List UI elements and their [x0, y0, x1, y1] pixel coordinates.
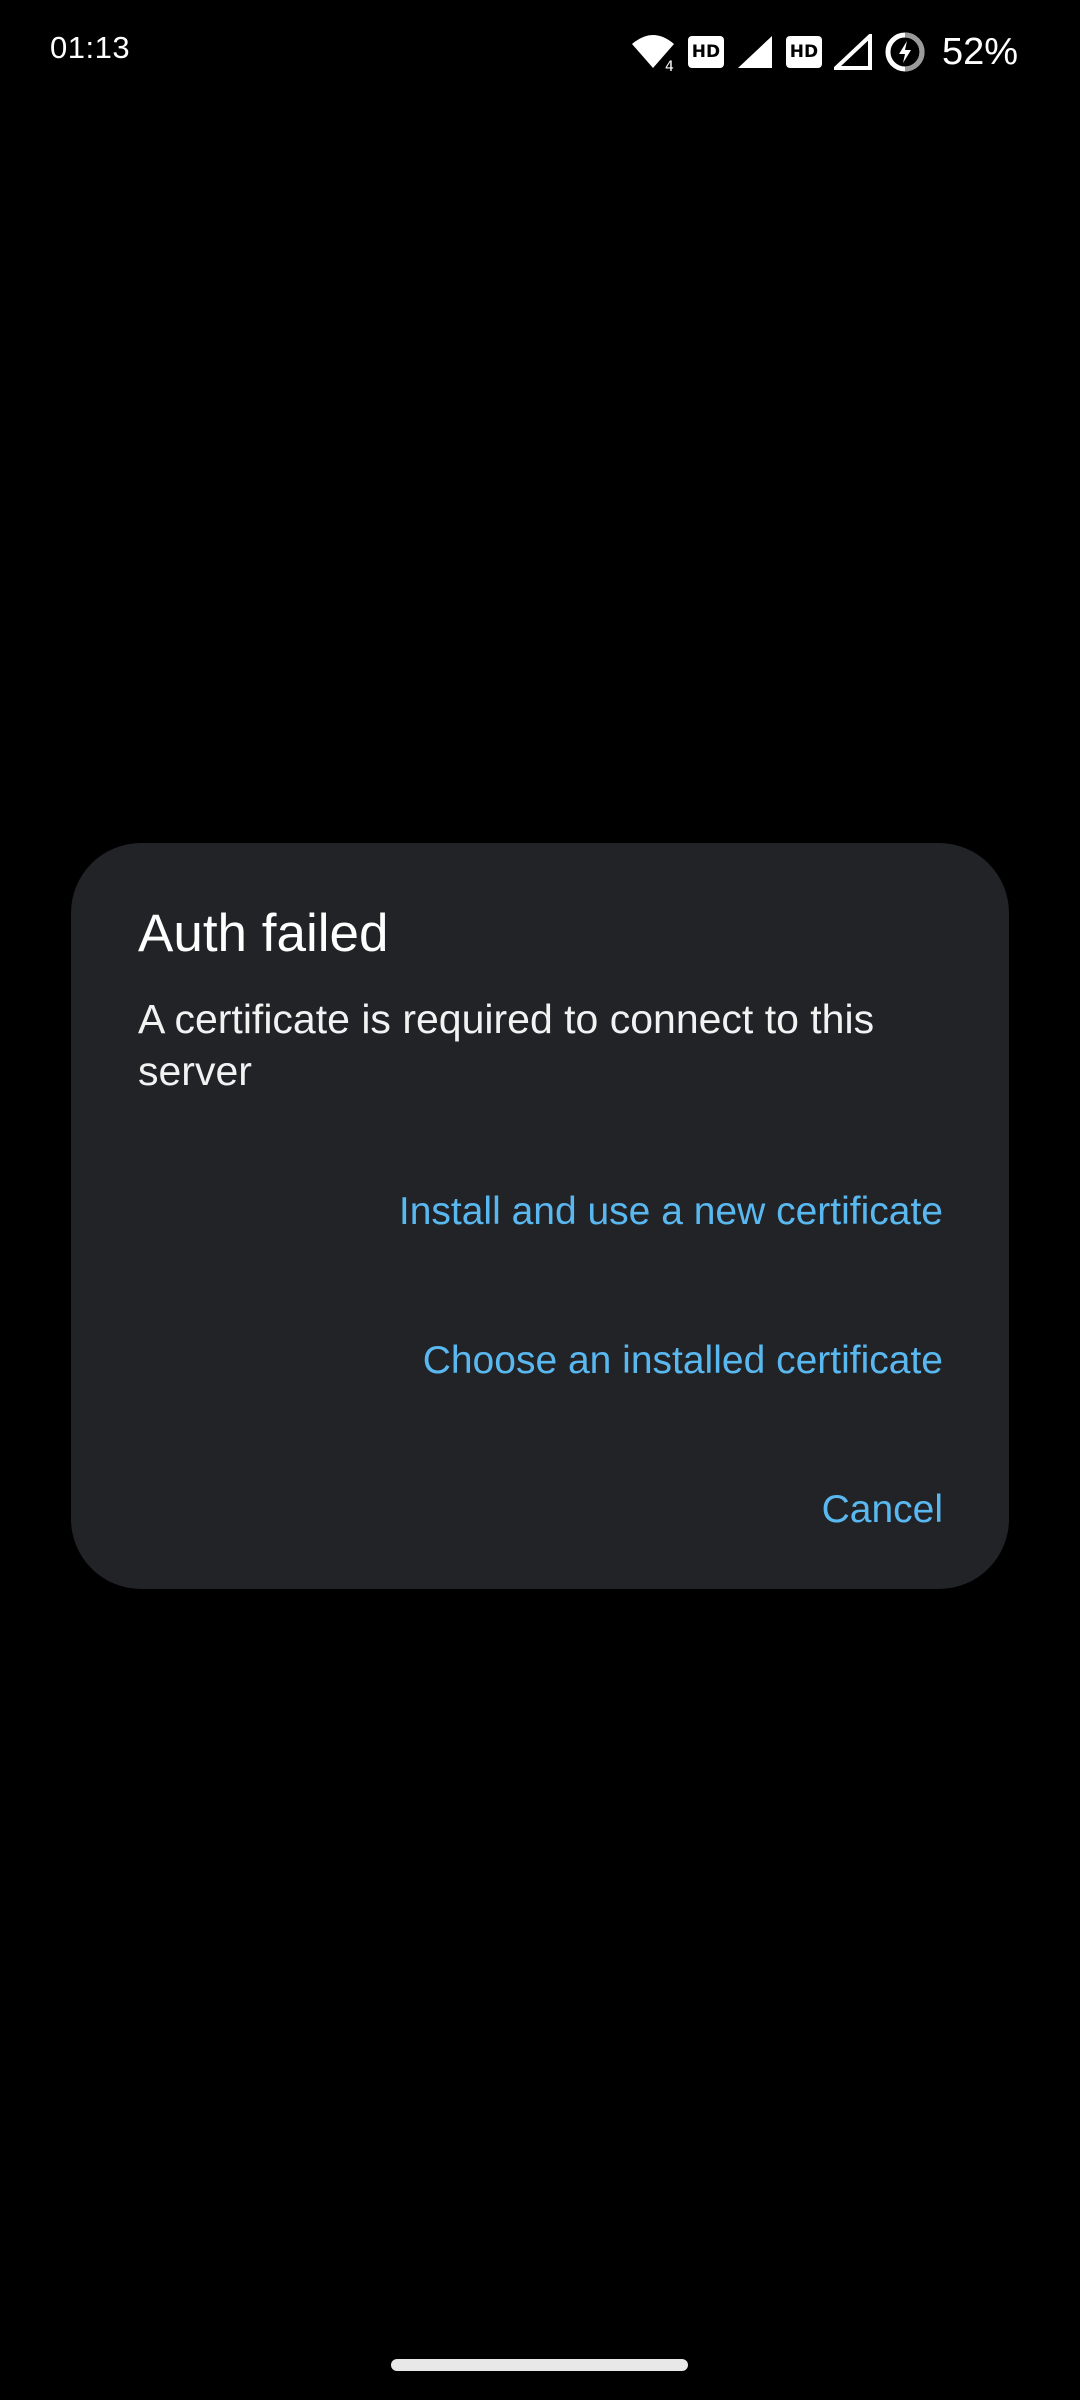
cancel-button[interactable]: Cancel [822, 1478, 943, 1542]
signal-icon [833, 34, 872, 70]
battery-charging-icon [884, 31, 926, 73]
status-time: 01:13 [50, 30, 131, 65]
gesture-navigation-bar[interactable] [391, 2359, 688, 2371]
hd-icon: HD [687, 36, 724, 68]
wifi-icon: 4 [630, 32, 676, 72]
choose-installed-certificate-button[interactable]: Choose an installed certificate [423, 1329, 943, 1393]
status-icons: 4 HD HD 52% [630, 24, 1018, 80]
status-bar: 01:13 4 HD HD 52% [0, 0, 1080, 100]
dialog-title: Auth failed [138, 904, 389, 963]
auth-failed-dialog: Auth failed A certificate is required to… [71, 843, 1009, 1589]
dialog-message: A certificate is required to connect to … [138, 996, 875, 1094]
install-new-certificate-button[interactable]: Install and use a new certificate [399, 1180, 943, 1244]
battery-percent: 52% [941, 30, 1018, 73]
svg-text:4: 4 [665, 59, 674, 72]
hd-icon: HD [785, 36, 822, 68]
signal-icon [736, 34, 774, 70]
